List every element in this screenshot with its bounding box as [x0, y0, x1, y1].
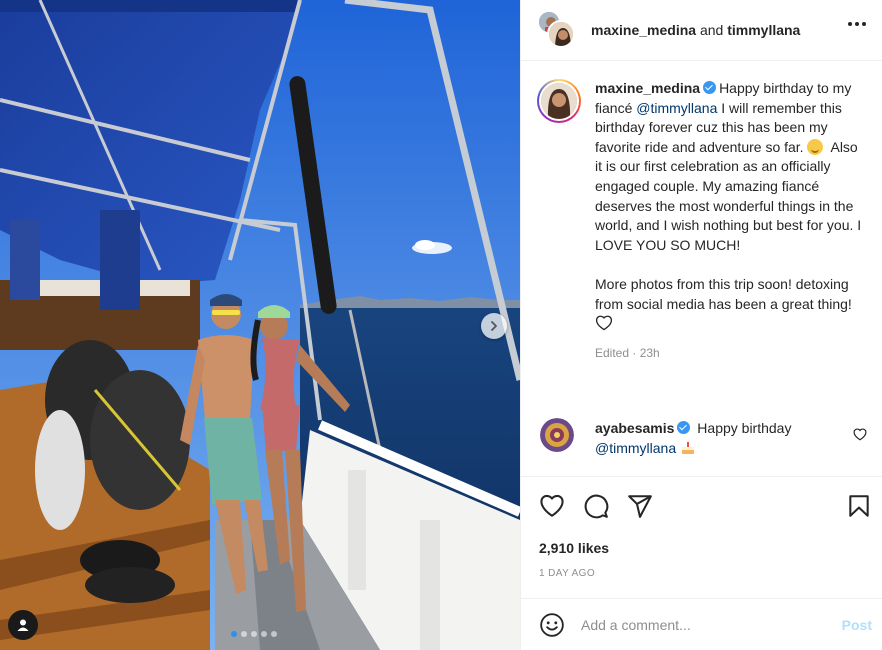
heart-icon: [540, 494, 564, 517]
caption-username[interactable]: maxine_medina: [595, 80, 700, 96]
save-button[interactable]: [846, 493, 872, 519]
verified-icon: [677, 421, 691, 434]
hugging-face-emoji-icon: [807, 138, 824, 155]
carousel-dot: [261, 631, 267, 637]
comment-mention[interactable]: @timmyllana: [595, 440, 676, 456]
heart-emoji-icon: [595, 315, 613, 331]
share-icon: [628, 495, 652, 518]
comment-text: ayabesamis Happy birthday @timmyllana: [595, 418, 835, 458]
boat-couple-photo: [0, 0, 520, 650]
verified-icon: [703, 81, 717, 94]
comment-input[interactable]: [581, 616, 811, 633]
comment-username[interactable]: ayabesamis: [595, 420, 674, 436]
caption-mention[interactable]: @timmyllana: [636, 100, 717, 116]
collab-avatars[interactable]: [537, 10, 577, 50]
post-comment-button[interactable]: Post: [842, 617, 872, 633]
story-ring[interactable]: [537, 79, 581, 123]
comment-like-heart-icon[interactable]: [853, 428, 867, 441]
carousel-indicator: [231, 631, 277, 637]
post-details-panel: maxine_medina and timmyllana maxine_medi…: [520, 0, 882, 650]
carousel-dot: [271, 631, 277, 637]
caption-part: Also it is our first celebration as an o…: [595, 138, 862, 312]
user-tag-icon: [17, 619, 29, 631]
carousel-dot: [231, 631, 237, 637]
carousel-dot: [241, 631, 247, 637]
caption-text: maxine_medina Happy birthday to my fiancé…: [595, 79, 863, 334]
author-connector: and: [699, 22, 724, 38]
coauthor-username[interactable]: timmyllana: [727, 22, 800, 38]
post-authors: maxine_medina and timmyllana: [591, 22, 800, 38]
post-caption: maxine_medina Happy birthday to my fiancé…: [521, 61, 882, 334]
like-count[interactable]: 2,910 likes: [539, 540, 609, 556]
comment-button[interactable]: [583, 493, 609, 519]
comment-item: ayabesamis Happy birthday @timmyllana: [537, 418, 867, 458]
avatar: [547, 20, 575, 48]
post-header: maxine_medina and timmyllana: [521, 0, 882, 61]
emoji-icon[interactable]: [539, 612, 565, 638]
action-buttons: [539, 493, 653, 519]
avatar[interactable]: [540, 418, 574, 452]
share-button[interactable]: [627, 493, 653, 519]
like-button[interactable]: [539, 493, 565, 519]
more-options-icon[interactable]: [848, 22, 866, 26]
bookmark-icon: [849, 495, 869, 517]
cake-emoji-icon: [682, 442, 695, 454]
comment-body: Happy birthday: [693, 420, 792, 436]
chevron-right-icon: [491, 321, 497, 331]
tagged-users-button[interactable]: [8, 610, 38, 640]
add-comment-bar: Post: [521, 598, 882, 650]
post-actions: 2,910 likes 1 DAY AGO: [521, 476, 882, 598]
post-photo[interactable]: [0, 0, 520, 650]
author-username[interactable]: maxine_medina: [591, 22, 696, 38]
carousel-next-button[interactable]: [481, 313, 507, 339]
post-timestamp[interactable]: 1 DAY AGO: [539, 568, 595, 579]
comment-icon: [584, 494, 609, 519]
caption-edited-time: Edited · 23h: [595, 345, 660, 360]
avatar: [539, 81, 579, 121]
carousel-dot: [251, 631, 257, 637]
